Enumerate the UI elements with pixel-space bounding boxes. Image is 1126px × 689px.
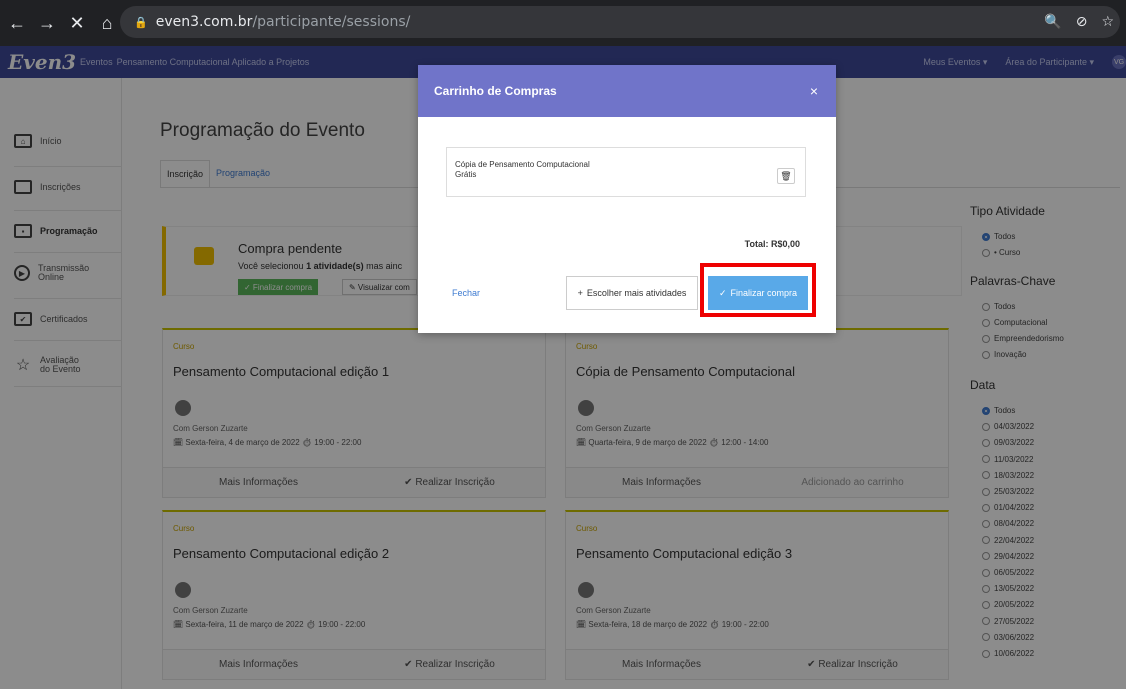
lock-icon: 🔒 — [134, 15, 148, 29]
plus-icon: + — [577, 288, 583, 298]
bookmark-star-icon[interactable]: ☆ — [1101, 14, 1114, 30]
zoom-icon[interactable]: 🔍 — [1044, 14, 1061, 30]
url-domain: even3.com.br — [155, 14, 253, 30]
modal-title: Carrinho de Compras — [418, 65, 836, 117]
stop-icon[interactable]: ✕ — [64, 13, 90, 34]
tracking-icon[interactable]: ⊘ — [1076, 14, 1088, 30]
close-link[interactable]: Fechar — [452, 288, 480, 298]
back-icon[interactable]: ← — [4, 13, 30, 34]
cart-total: Total: R$0,00 — [744, 239, 800, 249]
address-bar[interactable]: 🔒 even3.com.br/participante/sessions/ 🔍 … — [120, 6, 1120, 38]
cart-item: Cópia de Pensamento Computacional Grátis… — [446, 147, 806, 197]
home-icon[interactable]: ⌂ — [94, 13, 120, 34]
trash-icon[interactable]: 🗑 — [777, 168, 795, 184]
forward-icon[interactable]: → — [34, 13, 60, 34]
browser-toolbar: ← → ✕ ⌂ 🔒 even3.com.br/participante/sess… — [0, 0, 1126, 46]
url-path: /participante/sessions/ — [252, 14, 411, 30]
cart-item-price: Grátis — [455, 170, 477, 179]
shopping-cart-modal: Carrinho de Compras × Cópia de Pensament… — [418, 65, 836, 333]
close-icon[interactable]: × — [810, 83, 818, 99]
cart-item-name: Cópia de Pensamento Computacional — [455, 160, 590, 169]
highlight-box — [700, 263, 816, 317]
choose-more-activities-button[interactable]: + Escolher mais atividades — [566, 276, 698, 310]
